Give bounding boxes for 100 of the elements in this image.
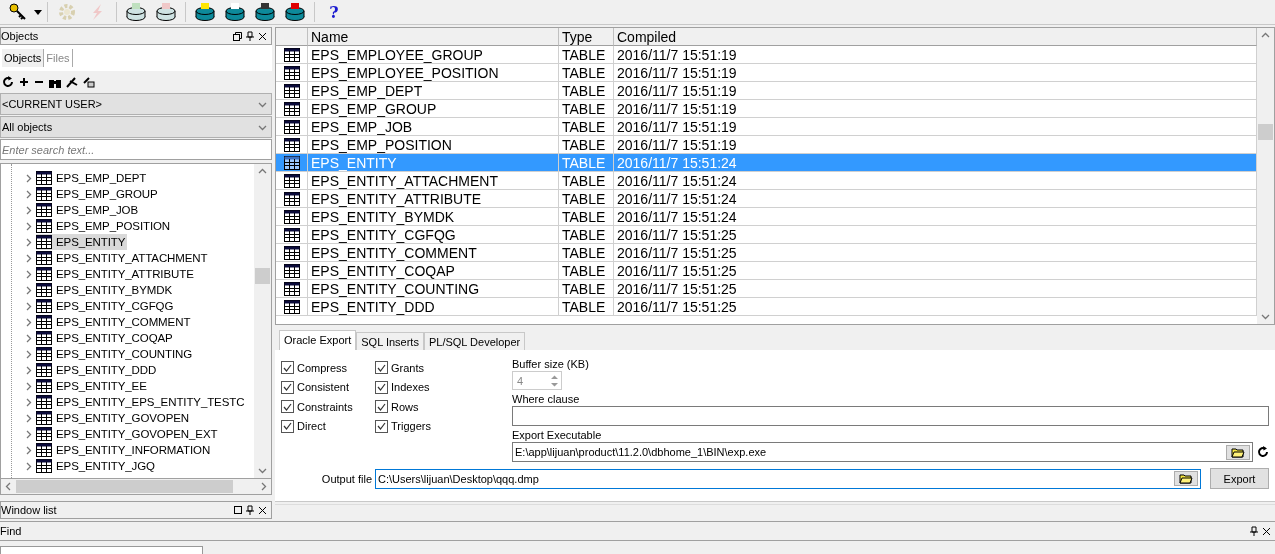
- table-cell[interactable]: TABLE: [559, 280, 614, 298]
- refresh-icon[interactable]: [1257, 446, 1269, 458]
- table-cell[interactable]: TABLE: [559, 208, 614, 226]
- chevron-down-icon[interactable]: [1261, 312, 1270, 321]
- tree-item[interactable]: EPS_ENTITY_GOVOPEN: [36, 410, 192, 426]
- maximize-icon[interactable]: [234, 506, 242, 514]
- table-cell[interactable]: EPS_ENTITY_COQAP: [308, 262, 559, 280]
- checkbox[interactable]: [281, 419, 294, 433]
- panel-tab[interactable]: Objects: [2, 49, 45, 67]
- tree-item[interactable]: EPS_ENTITY_INFORMATION: [36, 442, 213, 458]
- tree-item[interactable]: EPS_ENTITY_JGQ: [36, 458, 157, 474]
- table-cell[interactable]: 2016/11/7 15:51:25: [614, 244, 1257, 262]
- filter-dropdown[interactable]: All objects: [0, 116, 272, 138]
- checkbox[interactable]: [281, 400, 294, 414]
- executable-field[interactable]: E:\app\lijuan\product\11.2.0\dbhome_1\BIN\exp.exe: [512, 442, 1253, 462]
- checkbox[interactable]: [375, 361, 388, 375]
- table-cell[interactable]: 2016/11/7 15:51:25: [614, 226, 1257, 244]
- table-cell[interactable]: TABLE: [559, 262, 614, 280]
- option-checkbox[interactable]: Rows: [375, 397, 512, 417]
- plus-icon[interactable]: [19, 77, 29, 87]
- tree-item[interactable]: EPS_ENTITY_EPS_ENTITY_TESTC: [36, 394, 247, 410]
- tree-item[interactable]: EPS_EMP_GROUP: [36, 186, 160, 202]
- column-header[interactable]: Compiled: [614, 28, 1257, 46]
- tree-item[interactable]: EPS_ENTITY_CGFQG: [36, 298, 176, 314]
- tree-item[interactable]: EPS_ENTITY_COQAP: [36, 330, 175, 346]
- table-cell[interactable]: 2016/11/7 15:51:19: [614, 82, 1257, 100]
- table-cell[interactable]: EPS_EMP_GROUP: [308, 100, 559, 118]
- help-button[interactable]: ?: [320, 2, 348, 22]
- table-cell[interactable]: 2016/11/7 15:51:25: [614, 262, 1257, 280]
- checkbox[interactable]: [375, 400, 388, 414]
- table-cell[interactable]: 2016/11/7 15:51:24: [614, 208, 1257, 226]
- table-cell[interactable]: TABLE: [559, 298, 614, 316]
- checkbox[interactable]: [281, 361, 294, 375]
- table-cell[interactable]: EPS_ENTITY_DDD: [308, 298, 559, 316]
- table-cell[interactable]: TABLE: [559, 118, 614, 136]
- table-cell[interactable]: 2016/11/7 15:51:19: [614, 64, 1257, 82]
- chevron-up-icon[interactable]: [258, 167, 267, 176]
- spinner-arrows-icon[interactable]: [550, 373, 559, 388]
- pin-icon[interactable]: [1250, 526, 1258, 536]
- export-tab[interactable]: Oracle Export: [279, 330, 357, 350]
- table-cell[interactable]: 2016/11/7 15:51:19: [614, 100, 1257, 118]
- tree-item[interactable]: EPS_EMP_DEPT: [36, 170, 149, 186]
- column-header[interactable]: Type: [559, 28, 614, 46]
- table-cell[interactable]: 2016/11/7 15:51:19: [614, 118, 1257, 136]
- close-icon[interactable]: [258, 31, 267, 41]
- output-file-field[interactable]: C:\Users\lijuan\Desktop\qqq.dmp: [375, 468, 1201, 489]
- refresh-icon[interactable]: [2, 76, 14, 88]
- chevron-up-icon[interactable]: [1261, 31, 1270, 40]
- table-cell[interactable]: EPS_EMP_DEPT: [308, 82, 559, 100]
- column-header[interactable]: Name: [308, 28, 559, 46]
- table-cell[interactable]: EPS_ENTITY_BYMDK: [308, 208, 559, 226]
- option-checkbox[interactable]: Triggers: [375, 416, 512, 436]
- buffer-size-spinner[interactable]: 4: [512, 371, 562, 390]
- table-cell[interactable]: TABLE: [559, 100, 614, 118]
- tree-item[interactable]: EPS_ENTITY: [36, 234, 128, 250]
- option-checkbox[interactable]: Direct: [281, 416, 375, 436]
- scrollbar-thumb[interactable]: [255, 268, 270, 284]
- pin-icon[interactable]: [246, 505, 254, 515]
- chevron-down-icon[interactable]: [258, 466, 267, 475]
- table-cell[interactable]: TABLE: [559, 190, 614, 208]
- tree-item[interactable]: EPS_ENTITY_DDD: [36, 362, 159, 378]
- tree-item[interactable]: EPS_ENTITY_GOVOPEN_EXT: [36, 426, 220, 442]
- close-icon[interactable]: [1262, 526, 1271, 536]
- table-cell[interactable]: 2016/11/7 15:51:25: [614, 298, 1257, 316]
- table-cell[interactable]: EPS_ENTITY_ATTRIBUTE: [308, 190, 559, 208]
- table-cell[interactable]: 2016/11/7 15:51:24: [614, 190, 1257, 208]
- tree-item[interactable]: EPS_ENTITY_EE: [36, 378, 149, 394]
- table-cell[interactable]: EPS_EMP_JOB: [308, 118, 559, 136]
- table-cell[interactable]: TABLE: [559, 172, 614, 190]
- tree-item[interactable]: EPS_ENTITY_BYMDK: [36, 282, 174, 298]
- horizontal-scrollbar[interactable]: [0, 479, 272, 495]
- chevron-left-icon[interactable]: [4, 482, 13, 491]
- table-cell[interactable]: TABLE: [559, 64, 614, 82]
- checkbox[interactable]: [281, 380, 294, 394]
- table-cell[interactable]: 2016/11/7 15:51:24: [614, 172, 1257, 190]
- tree-item[interactable]: EPS_ENTITY_COMMENT: [36, 314, 193, 330]
- table-cell[interactable]: 2016/11/7 15:51:19: [614, 136, 1257, 154]
- option-checkbox[interactable]: Constraints: [281, 397, 375, 417]
- table-cell[interactable]: EPS_ENTITY_CGFQG: [308, 226, 559, 244]
- table-cell[interactable]: TABLE: [559, 244, 614, 262]
- table-cell[interactable]: TABLE: [559, 46, 614, 64]
- table-cell[interactable]: 2016/11/7 15:51:19: [614, 46, 1257, 64]
- table-cell[interactable]: EPS_ENTITY_COUNTING: [308, 280, 559, 298]
- scrollbar[interactable]: [254, 164, 271, 478]
- browse-button[interactable]: [1226, 444, 1250, 460]
- tree-item[interactable]: EPS_EMP_POSITION: [36, 218, 173, 234]
- option-checkbox[interactable]: Compress: [281, 358, 375, 378]
- scrollbar-thumb[interactable]: [16, 480, 233, 493]
- close-icon[interactable]: [258, 505, 267, 515]
- tree-item[interactable]: EPS_ENTITY_COUNTING: [36, 346, 195, 362]
- where-clause-field[interactable]: [512, 406, 1269, 426]
- table-cell[interactable]: EPS_ENTITY_ATTACHMENT: [308, 172, 559, 190]
- export-tab[interactable]: SQL Inserts: [356, 332, 424, 350]
- table-cell[interactable]: 2016/11/7 15:51:25: [614, 280, 1257, 298]
- option-checkbox[interactable]: Indexes: [375, 377, 512, 397]
- restore-icon[interactable]: [233, 31, 242, 41]
- chevron-right-icon[interactable]: [259, 482, 268, 491]
- table-cell[interactable]: EPS_EMPLOYEE_POSITION: [308, 64, 559, 82]
- export-tab[interactable]: PL/SQL Developer: [423, 332, 526, 350]
- search-field[interactable]: Enter search text...: [0, 139, 272, 160]
